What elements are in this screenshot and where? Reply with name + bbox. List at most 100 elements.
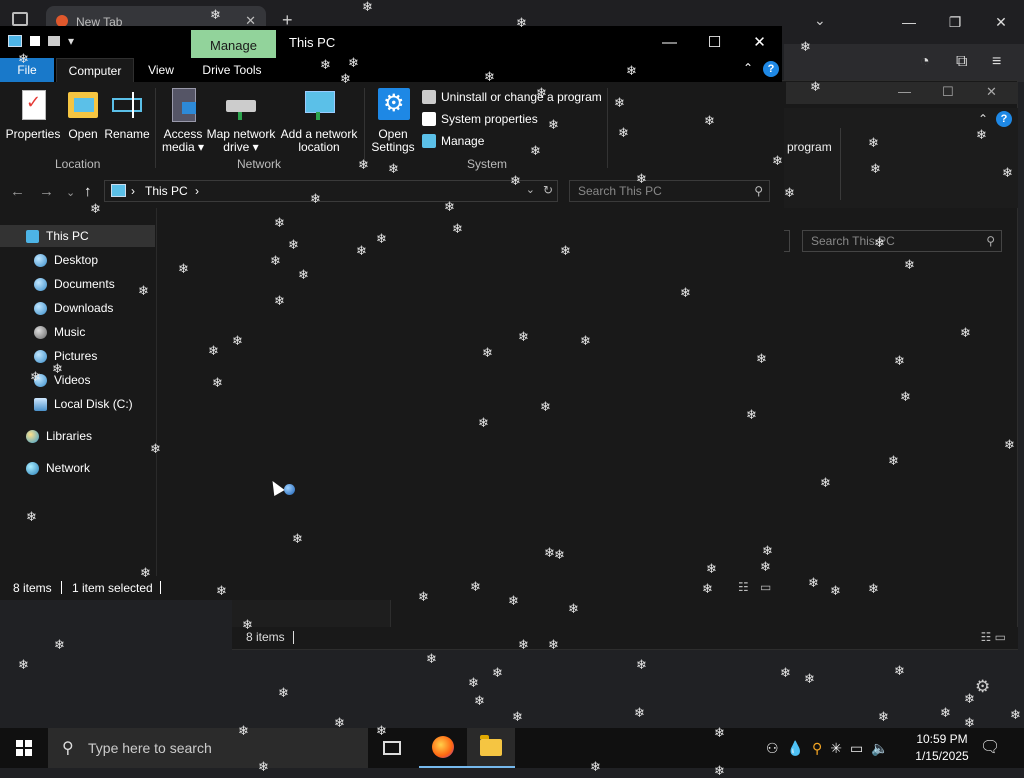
up-arrow-icon[interactable]: ↑ [84,183,92,200]
qat-dropdown-icon[interactable]: ▾ [68,34,74,48]
water-drop-icon[interactable]: 💧 [787,740,804,757]
notification-center-icon[interactable]: 🗨 [980,737,1000,757]
explorer2-maximize-button[interactable]: ☐ [942,84,954,100]
search-icon: ⚲ [986,234,995,248]
gear-icon[interactable]: ⚙ [975,677,990,697]
map-network-drive-button[interactable]: Map network drive ▾ [206,88,276,154]
explorer2-uninstall-fragment[interactable]: program [787,140,832,154]
extensions-icon[interactable]: ⧉ [956,53,967,71]
properties-button[interactable]: ✓ Properties [6,88,60,141]
group-label-network: Network [237,157,282,171]
address-trail-separator[interactable]: › [195,184,199,198]
nav-item-videos[interactable]: Videos [34,369,90,391]
browser-close-button[interactable]: ✕ [978,0,1024,44]
gear-icon: ⚙ [376,88,410,122]
nav-item-this-pc[interactable]: This PC [0,225,155,247]
start-button[interactable] [0,728,48,768]
ribbon-collapse-icon[interactable]: ⌃ [743,61,753,75]
details-view-icon[interactable]: ☷ [738,580,749,594]
nav-item-libraries[interactable]: Libraries [26,425,92,447]
new-folder-icon[interactable] [48,36,60,46]
nav-item-local-disk[interactable]: Local Disk (C:) [34,393,133,415]
browser-restore-button[interactable]: ❐ [932,0,978,44]
address-history-chevron-icon[interactable]: ⌄ [526,183,535,196]
volume-icon[interactable]: 🔈 [871,740,888,757]
snowflake-icon: ❄ [780,665,791,680]
nav-item-desktop[interactable]: Desktop [34,249,98,271]
large-icons-view-icon[interactable]: ▭ [760,580,771,594]
rename-button[interactable]: Rename [104,88,150,141]
manage-button[interactable]: Manage [422,134,484,148]
system-properties-button[interactable]: System properties [422,112,538,126]
close-button[interactable]: ✕ [737,26,782,58]
snowflake-icon: ❄ [474,693,485,708]
snowflake-tray-icon[interactable]: ✳ [830,740,842,757]
nav-item-label: Music [54,325,86,339]
music-icon [34,325,47,339]
quick-access-toolbar: ▾ [8,34,74,48]
back-arrow-icon[interactable]: ← [10,183,25,200]
people-icon[interactable]: ⚇ [766,740,779,757]
search-tool-icon[interactable]: ⚲ [812,740,822,757]
explorer2-close-button[interactable]: ✕ [986,84,997,100]
snowflake-icon: ❄ [426,651,437,666]
firefox-taskbar-button[interactable] [419,728,467,768]
manage-context-tab[interactable]: Manage [191,30,276,60]
properties-check-icon[interactable] [30,36,40,46]
tab-computer[interactable]: Computer [56,58,134,82]
address-root-separator[interactable]: › [131,184,135,198]
tab-file[interactable]: File [0,58,54,82]
taskbar-clock[interactable]: 10:59 PM 1/15/2025 [906,731,978,765]
open-settings-button[interactable]: ⚙ Open Settings [370,88,416,154]
nav-item-documents[interactable]: Documents [34,273,115,295]
item-count: 8 items [13,581,52,595]
recent-locations-chevron-icon[interactable]: ⌄ [66,186,75,199]
address-bar[interactable]: › This PC › ⌄ ↻ [104,180,558,202]
network-tray-icon[interactable]: ▭ [850,740,863,757]
nav-item-network[interactable]: Network [26,457,90,479]
file-explorer-taskbar-button[interactable] [467,728,515,768]
profile-icon[interactable]: ◔ [920,53,930,71]
sidebar-toggle-icon[interactable] [12,12,28,26]
tab-list-chevron-icon[interactable]: ⌄ [814,12,826,29]
add-network-location-button[interactable]: Add a network location [280,88,358,154]
search-input[interactable]: Search This PC ⚲ [569,180,770,202]
task-view-icon [383,741,401,755]
menu-icon[interactable]: ≡ [992,53,1001,71]
file-list-area[interactable] [157,208,782,576]
snowflake-icon: ❄ [964,691,975,706]
videos-icon [34,373,47,387]
browser-window-controls: — ❐ ✕ [886,0,1024,44]
task-view-button[interactable] [368,728,416,768]
forward-arrow-icon[interactable]: → [39,183,54,200]
nav-item-label: Videos [54,373,91,387]
help-icon[interactable]: ? [996,111,1012,127]
view-toggle-icons[interactable]: ☷ ▭ [981,630,1006,644]
minimize-button[interactable]: — [647,26,692,58]
nav-item-label: Downloads [54,301,114,315]
refresh-icon[interactable]: ↻ [543,183,553,197]
nav-item-downloads[interactable]: Downloads [34,297,113,319]
ribbon: ✓ Properties Open Rename Location Access… [0,82,782,175]
snowflake-icon: ❄ [894,663,905,678]
access-media-button[interactable]: Access media ▾ [160,88,206,154]
explorer2-search-input[interactable]: Search This PC ⚲ [802,230,1002,252]
uninstall-program-button[interactable]: Uninstall or change a program [422,90,602,104]
browser-minimize-button[interactable]: — [886,0,932,44]
explorer2-minimize-button[interactable]: — [898,84,911,99]
address-location[interactable]: This PC [145,184,188,198]
ribbon-separator [155,88,156,168]
open-label: Open [68,127,98,141]
nav-item-music[interactable]: Music [34,321,85,343]
maximize-button[interactable]: ☐ [692,26,737,58]
taskbar-search-box[interactable]: ⚲ Type here to search [48,728,368,768]
status-divider [61,581,62,594]
open-button[interactable]: Open [64,88,102,141]
tab-view[interactable]: View [138,58,184,82]
tab-drive-tools[interactable]: Drive Tools [194,58,270,82]
nav-item-label: Desktop [54,253,99,267]
ribbon-collapse-icon[interactable]: ⌃ [978,112,988,126]
help-icon[interactable]: ? [763,61,779,77]
nav-item-pictures[interactable]: Pictures [34,345,97,367]
item-count: 8 items [246,630,285,644]
